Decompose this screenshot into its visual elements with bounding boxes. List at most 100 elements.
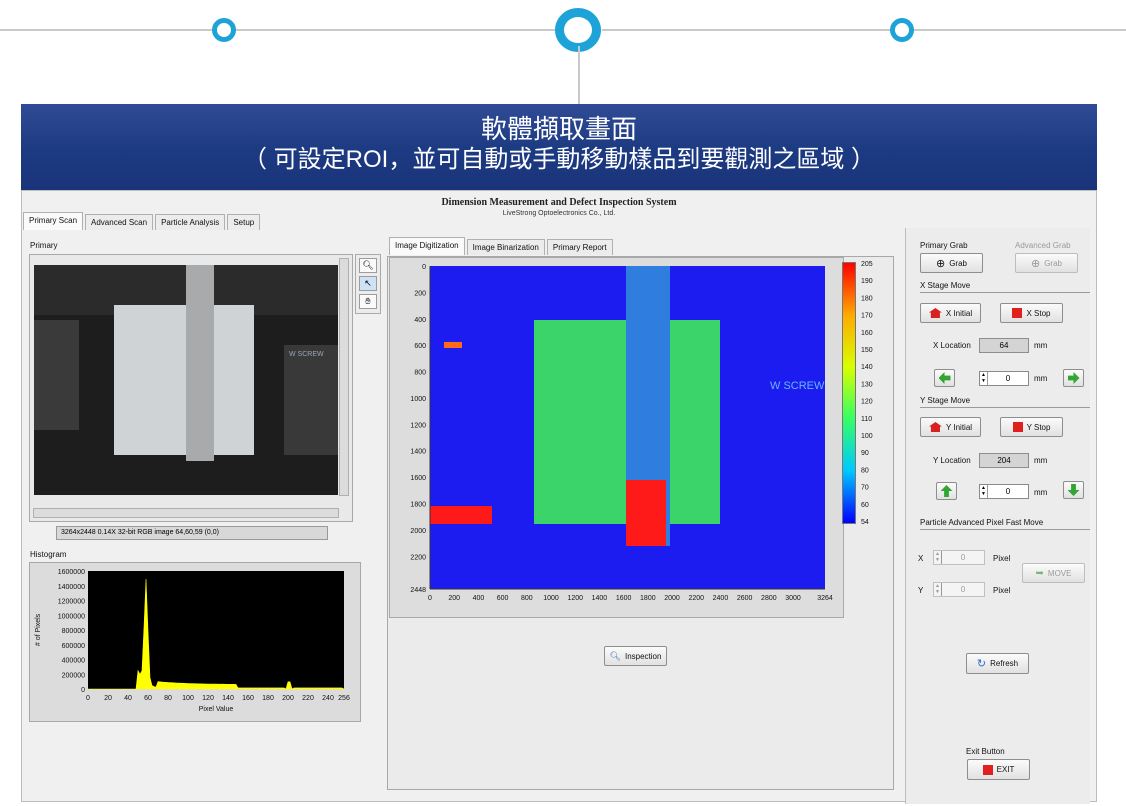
camera-view[interactable]: W SCREW: [34, 265, 338, 495]
color-scale-tick: 150: [861, 347, 873, 354]
x-initial-button-label: X Initial: [945, 308, 973, 318]
heat-x-tick: 3264: [817, 595, 833, 602]
x-step-unit: mm: [1034, 374, 1048, 383]
exit-button[interactable]: EXIT: [967, 759, 1030, 780]
color-scale-tick: 140: [861, 364, 873, 371]
camera-left-fixture: [34, 320, 79, 430]
x-left-button[interactable]: [934, 369, 955, 387]
exit-button-label: EXIT: [996, 765, 1015, 774]
stop-icon: [1012, 422, 1023, 432]
color-scale-tick: 70: [861, 485, 869, 492]
magnifier-icon: 🔍︎: [609, 650, 621, 661]
y-up-button[interactable]: [936, 482, 957, 500]
sample-plate: [114, 305, 254, 455]
image-info-status: 3264x2448 0.14X 32-bit RGB image 64,60,5…: [56, 526, 328, 540]
color-scale-labels: 205 190 180 170 160 150 140 130 120 110 100 90 80 70 6…: [861, 261, 873, 526]
stop-icon: [982, 764, 993, 775]
histogram-x-tick: 80: [164, 695, 172, 702]
refresh-button-label: Refresh: [990, 659, 1019, 668]
color-scale-tick: 60: [861, 502, 869, 509]
stop-icon: [1012, 308, 1023, 318]
tab-image-binarization[interactable]: Image Binarization: [466, 239, 545, 255]
particle-y-unit: Pixel: [993, 586, 1011, 595]
x-right-button[interactable]: [1063, 369, 1084, 387]
color-scale-tick: 80: [861, 467, 869, 474]
timeline-dot-1: [212, 18, 236, 42]
tab-advanced-scan[interactable]: Advanced Scan: [85, 214, 154, 230]
y-step-input[interactable]: ▲ ▼ 0: [979, 484, 1029, 499]
x-location-unit: mm: [1034, 341, 1048, 350]
y-down-button[interactable]: [1063, 481, 1084, 499]
move-button[interactable]: ➥ MOVE: [1022, 563, 1085, 583]
tab-primary-report[interactable]: Primary Report: [546, 239, 613, 255]
spinner-icon[interactable]: ▲ ▼: [980, 372, 988, 385]
color-scale-tick: 120: [861, 399, 873, 406]
heat-x-tick: 3000: [785, 595, 801, 602]
color-scale-tick: 130: [861, 381, 873, 388]
heat-y-tick: 1400: [410, 449, 426, 456]
y-stop-button-label: Y Stop: [1026, 422, 1051, 432]
spinner-icon[interactable]: ▲ ▼: [980, 485, 988, 498]
color-scale-tick: 180: [861, 295, 873, 302]
arrow-right-icon: [1067, 372, 1080, 384]
particle-move-label: Particle Advanced Pixel Fast Move: [920, 518, 1044, 527]
particle-y-input[interactable]: ▲ ▼ 0: [933, 582, 985, 597]
histogram-y-tick: 400000: [62, 658, 85, 665]
home-icon: [928, 308, 942, 318]
histogram-x-tick: 180: [262, 695, 274, 702]
heat-y-tick: 1800: [410, 502, 426, 509]
exit-label: Exit Button: [966, 747, 1005, 756]
tab-particle-analysis[interactable]: Particle Analysis: [155, 214, 226, 230]
x-step-value: 0: [1005, 374, 1011, 383]
particle-y-value: 0: [960, 585, 966, 594]
tab-image-digitization[interactable]: Image Digitization: [389, 237, 465, 255]
heat-x-tick: 1000: [543, 595, 559, 602]
y-stop-button[interactable]: Y Stop: [1000, 417, 1063, 437]
x-initial-button[interactable]: X Initial: [920, 303, 981, 323]
y-initial-button[interactable]: Y Initial: [920, 417, 981, 437]
heat-y-tick: 0: [422, 264, 426, 271]
spinner-icon[interactable]: ▲ ▼: [934, 583, 942, 596]
heat-y-tick: 1600: [410, 475, 426, 482]
heat-x-tick: 800: [521, 595, 533, 602]
primary-grab-label: Primary Grab: [920, 241, 968, 250]
root: 軟體擷取畫面 （ 可設定ROI，並可自動或手動移動樣品到要觀測之區域 ） Dim…: [0, 0, 1126, 806]
x-stage-divider: [920, 292, 1090, 293]
histogram-plot-area: [88, 571, 344, 689]
histogram-x-tick: 220: [302, 695, 314, 702]
heat-x-tick: 1600: [616, 595, 632, 602]
primary-image-panel: W SCREW: [29, 254, 353, 522]
primary-grab-button[interactable]: ⊕ Grab: [920, 253, 983, 273]
timeline-stem: [578, 46, 580, 104]
y-step-unit: mm: [1034, 488, 1048, 497]
y-stage-label: Y Stage Move: [920, 396, 971, 405]
x-step-input[interactable]: ▲ ▼ 0: [979, 371, 1029, 386]
advanced-grab-button[interactable]: ⊕ Grab: [1015, 253, 1078, 273]
heat-y-tick: 2000: [410, 528, 426, 535]
heat-y-tick: 2200: [410, 554, 426, 561]
refresh-icon: ↻: [976, 658, 987, 670]
refresh-button[interactable]: ↻ Refresh: [966, 653, 1029, 674]
tab-primary-scan[interactable]: Primary Scan: [23, 212, 84, 230]
y-step-value: 0: [1005, 487, 1011, 496]
histogram-y-tick: 800000: [62, 628, 85, 635]
x-stop-button[interactable]: X Stop: [1000, 303, 1063, 323]
y-location-label: Y Location: [933, 456, 971, 465]
tab-setup[interactable]: Setup: [227, 214, 261, 230]
histogram-panel: 1600000 1400000 1200000 1000000 800000 600000…: [29, 562, 361, 722]
heat-y-tick: 200: [414, 290, 426, 297]
primary-vertical-scrollbar[interactable]: [339, 258, 349, 496]
y-location-unit: mm: [1034, 456, 1048, 465]
primary-grab-button-label: Grab: [949, 258, 967, 268]
inspection-button[interactable]: 🔍︎ Inspection: [604, 646, 667, 666]
zoom-icon[interactable]: 🔍︎: [359, 258, 377, 273]
primary-horizontal-scrollbar[interactable]: [33, 508, 339, 518]
heat-x-tick: 2600: [737, 595, 753, 602]
pan-hand-icon[interactable]: ✋︎: [359, 294, 377, 309]
spinner-icon[interactable]: ▲ ▼: [934, 551, 942, 564]
x-stage-label: X Stage Move: [920, 281, 971, 290]
pointer-icon[interactable]: ↖: [359, 276, 377, 291]
particle-x-input[interactable]: ▲ ▼ 0: [933, 550, 985, 565]
primary-label: Primary: [30, 241, 58, 250]
x-location-label: X Location: [933, 341, 971, 350]
